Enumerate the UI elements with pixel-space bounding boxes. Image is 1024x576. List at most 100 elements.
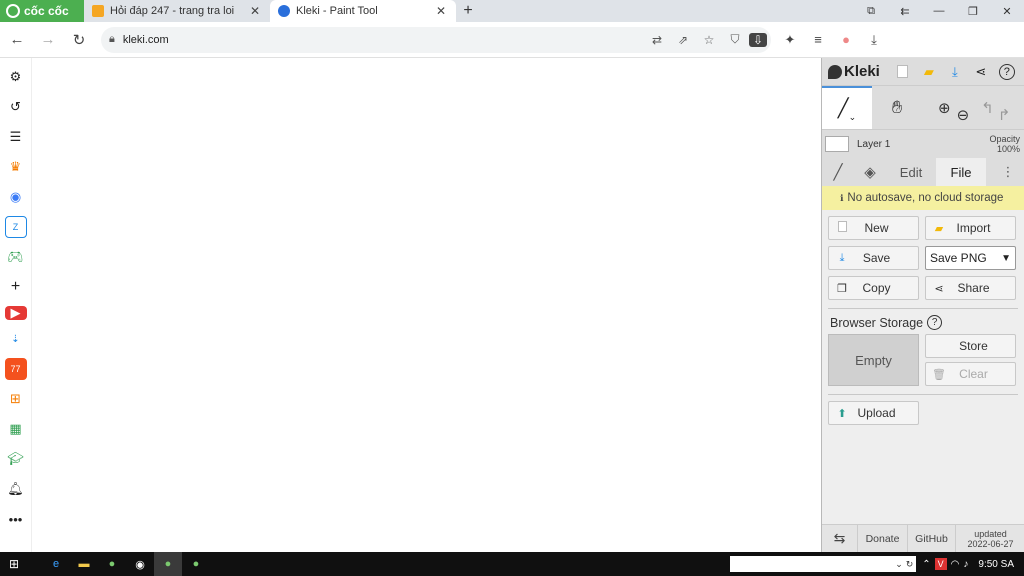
tab-layers[interactable]: ◈ (854, 158, 886, 186)
messenger-icon[interactable]: ◉ (5, 186, 27, 208)
reading-list-icon[interactable]: ≡ (805, 32, 831, 48)
open-folder-icon[interactable]: ▰ (918, 61, 940, 83)
translate-icon[interactable]: ⇄ (645, 33, 669, 47)
shop-icon[interactable]: ⊞ (5, 388, 27, 410)
new-tab-button[interactable]: + (456, 0, 480, 22)
share-page-icon[interactable]: ⇗ (671, 33, 695, 47)
download-icon[interactable]: ⇩ (749, 32, 767, 47)
new-file-icon[interactable] (892, 61, 914, 83)
swap-sides-icon[interactable]: ⇆ (822, 525, 858, 552)
copy-icon: ❐ (837, 282, 847, 295)
tray-v-icon[interactable]: V (934, 558, 947, 570)
kleki-logo[interactable]: Kleki (828, 63, 880, 80)
extensions-icon[interactable]: ✦ (777, 32, 803, 48)
donate-link[interactable]: Donate (858, 525, 908, 552)
share-button[interactable]: ⋖ Share (925, 276, 1016, 300)
layer-preview[interactable]: Layer 1 Opacity 100% (822, 130, 1024, 158)
downloads-icon[interactable]: ⤓ (861, 32, 887, 48)
back-button[interactable]: ← (3, 26, 31, 54)
close-window-icon[interactable]: ✕ (990, 0, 1024, 22)
gamepad-icon[interactable]: 🎮︎ (5, 246, 27, 268)
volume-icon[interactable]: ♪ (963, 559, 968, 570)
undo-icon[interactable]: ↰ (981, 99, 994, 117)
save-download-icon[interactable]: ⤓ (944, 61, 966, 83)
new-file-icon (835, 221, 849, 235)
coccoc-second-taskbar-icon[interactable]: ● (182, 552, 210, 576)
drawing-canvas[interactable] (33, 58, 821, 552)
omnibox[interactable]: 🔒︎ kleki.com ⇄ ⇗ ☆ ⛉ ⇩ (101, 26, 771, 53)
coccoc-active-taskbar-icon[interactable]: ● (154, 552, 182, 576)
import-button[interactable]: ▰ Import (925, 216, 1016, 240)
share-icon[interactable]: ⋖ (970, 61, 992, 83)
help-icon[interactable]: ? (996, 61, 1018, 83)
redo-icon[interactable]: ↱ (998, 106, 1011, 124)
settings-gear-icon[interactable]: ⚙ (5, 66, 27, 88)
brush-tool[interactable]: ╱ ⌄ (822, 86, 872, 129)
url-text[interactable]: kleki.com (123, 34, 169, 46)
more-options-icon[interactable]: ⋮ (992, 158, 1024, 186)
crown-icon[interactable]: ♛ (5, 156, 27, 178)
more-icon[interactable]: ••• (5, 508, 27, 530)
add-icon[interactable]: + (5, 276, 27, 298)
messenger-taskbar-icon[interactable]: ◉ (126, 552, 154, 576)
kleki-footer: ⇆ Donate GitHub updated 2022-06-27 (822, 524, 1024, 552)
browser-brand-button[interactable]: cốc cốc (0, 0, 84, 22)
notification-bell-icon[interactable]: 🔔︎ (5, 478, 27, 500)
graduation-cap-icon[interactable]: 🎓︎ (5, 448, 27, 470)
tab-edit[interactable]: Edit (886, 158, 936, 186)
wifi-icon[interactable]: ◠ (951, 559, 960, 570)
save-format-select[interactable]: Save PNG ▼ (925, 246, 1016, 270)
new-button[interactable]: New (828, 216, 919, 240)
edge-icon[interactable]: e (42, 552, 70, 576)
minimize-icon[interactable]: — (922, 0, 956, 22)
tab-kleki[interactable]: Kleki - Paint Tool ✕ (270, 0, 456, 22)
storage-empty-slot: Empty (828, 334, 919, 386)
tray-chevron-up-icon[interactable]: ⌃ (922, 559, 930, 570)
bookmark-star-icon[interactable]: ☆ (697, 33, 721, 47)
browser-sidebar: ⚙ ↺ ☰ ♛ ◉ Z 🎮︎ + ▶ ⇣ 77 ⊞ ▦ 🎓︎ 🔔︎ ••• (0, 58, 32, 552)
youtube-icon[interactable]: ▶ (4, 305, 27, 320)
taskbar-search-box[interactable]: ⌄ ↻ (730, 556, 917, 572)
store-button[interactable]: Store (925, 334, 1016, 358)
hand-tool[interactable]: ✋︎ (872, 86, 922, 129)
help-icon[interactable]: ? (927, 315, 943, 330)
updated-info[interactable]: updated 2022-06-27 (956, 525, 1024, 552)
profile-pig-icon[interactable]: ● (833, 32, 859, 48)
tab-file[interactable]: File (936, 158, 986, 186)
save-button[interactable]: ⤓ Save (828, 246, 919, 270)
sheet-icon[interactable]: ▦ (5, 418, 27, 440)
divider (828, 394, 1018, 395)
copy-button[interactable]: ❐ Copy (828, 276, 919, 300)
reload-button[interactable]: ↻ (65, 26, 93, 54)
zoom-out-icon[interactable]: ⊖ (957, 106, 970, 124)
tab-search-icon[interactable]: ⇇ (888, 0, 922, 22)
windows-taskbar: ⊞ e ▬ ● ◉ ● ● ⌄ ↻ ⌃ V ◠ ♪ 9:50 SA (0, 552, 1024, 576)
github-link[interactable]: GitHub (908, 525, 956, 552)
tab-brush[interactable]: ╱ (822, 158, 854, 186)
coccoc-taskbar-icon[interactable]: ● (98, 552, 126, 576)
chevron-down-icon: ⌄ (895, 558, 903, 569)
tab-close-icon[interactable]: ✕ (434, 4, 448, 18)
zoom-in-icon[interactable]: ⊕ (938, 99, 951, 117)
save-icon: ⤓ (839, 251, 845, 264)
file-explorer-icon[interactable]: ▬ (70, 552, 98, 576)
shield-icon[interactable]: ⛉ (723, 32, 747, 47)
tab-strip: cốc cốc Hỏi đáp 247 - trang tra loi ✕ Kl… (0, 0, 1024, 22)
browser-brand-label: cốc cốc (24, 4, 69, 18)
windows-start-icon[interactable]: ⊞ (0, 552, 28, 576)
share-label: Share (957, 281, 990, 295)
clear-button[interactable]: 🗑︎ Clear (925, 362, 1016, 386)
maximize-icon[interactable]: ❐ (956, 0, 990, 22)
calendar-icon[interactable]: 77 (4, 358, 27, 380)
list-icon[interactable]: ☰ (5, 126, 27, 148)
zalo-icon[interactable]: Z (4, 216, 27, 238)
forward-button[interactable]: → (34, 26, 62, 54)
tab-hoidap[interactable]: Hỏi đáp 247 - trang tra loi ✕ (84, 0, 270, 22)
screenshot-icon[interactable]: ⧉ (854, 0, 888, 22)
download-small-icon[interactable]: ⇣ (5, 328, 27, 350)
history-icon[interactable]: ↺ (5, 96, 27, 118)
tab-close-icon[interactable]: ✕ (248, 4, 262, 18)
layer-thumbnail (825, 136, 849, 152)
taskbar-clock[interactable]: 9:50 SA (974, 559, 1024, 570)
upload-button[interactable]: ⬆ Upload (828, 401, 919, 425)
